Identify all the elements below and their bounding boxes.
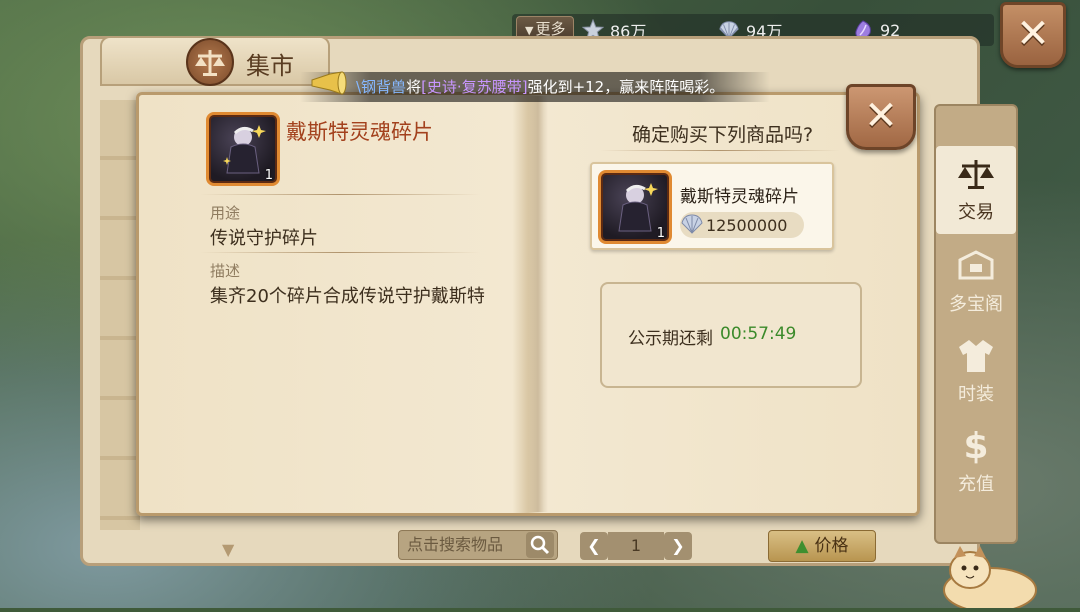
divider	[200, 252, 480, 253]
book-spine	[528, 96, 548, 512]
chevron-right-icon: ❯	[671, 536, 685, 555]
broadcast-item[interactable]: [史诗·复苏腰带]	[421, 78, 527, 96]
product-price: 12500000	[706, 216, 788, 235]
price-sort-button[interactable]: ▲ 价格	[768, 530, 876, 562]
shell-icon	[680, 213, 704, 237]
usage-label: 用途	[210, 204, 241, 222]
usage-value: 传说守护碎片	[210, 228, 318, 249]
divider	[200, 194, 480, 195]
nav-fashion[interactable]: 时装	[936, 328, 1016, 416]
description-value: 集齐20个碎片合成传说守护戴斯特	[210, 286, 485, 307]
close-market-button[interactable]: ✕	[1000, 2, 1066, 68]
broadcast-text: \钢背兽将[史诗·复苏腰带]强化到+12，赢来阵阵喝彩。	[356, 76, 724, 97]
product-name: 戴斯特灵魂碎片	[680, 187, 799, 207]
next-page-button[interactable]: ❯	[664, 532, 692, 560]
fashion-icon	[956, 336, 996, 376]
nav-treasure[interactable]: 多宝阁	[936, 238, 1016, 326]
chevron-left-icon: ❮	[587, 536, 601, 555]
confirm-question: 确定购买下列商品吗?	[632, 124, 814, 146]
horn-icon	[308, 70, 348, 98]
scroll-down-icon[interactable]: ▼	[222, 540, 234, 559]
timer-value: 00:57:49	[720, 324, 797, 344]
product-count: 1	[656, 226, 665, 241]
nav-recharge-label: 充值	[958, 474, 994, 495]
broadcast-user[interactable]: \钢背兽	[356, 78, 406, 96]
treasure-chest-icon	[956, 246, 996, 286]
item-name: 戴斯特灵魂碎片	[286, 120, 433, 144]
close-icon: ✕	[864, 93, 898, 140]
nav-trade[interactable]: 交易	[936, 146, 1016, 234]
page-number: 1	[608, 532, 664, 560]
soul-fragment-icon	[223, 125, 266, 174]
broadcast-verb: 将	[406, 78, 422, 96]
nav-trade-label: 交易	[958, 202, 994, 223]
soul-fragment-icon	[618, 183, 658, 232]
close-icon: ✕	[1016, 11, 1050, 58]
close-dialog-button[interactable]: ✕	[846, 84, 916, 150]
market-title: 集市	[246, 52, 294, 80]
mascot-icon	[940, 540, 1040, 612]
item-icon: 1	[206, 112, 280, 186]
price-sort-label: 价格	[814, 536, 849, 556]
scale-icon	[956, 154, 996, 194]
timer-label: 公示期还剩	[628, 329, 713, 349]
nav-fashion-label: 时装	[958, 384, 994, 405]
product-icon: 1	[598, 170, 672, 244]
search-icon[interactable]	[526, 532, 554, 558]
arrow-up-icon: ▲	[795, 536, 809, 556]
scale-icon	[186, 38, 234, 86]
nav-recharge[interactable]: $ 充值	[936, 418, 1016, 506]
broadcast-rest: 强化到+12，赢来阵阵喝彩。	[527, 78, 725, 96]
market-category-list	[100, 100, 140, 530]
divider	[600, 150, 840, 151]
nav-treasure-label: 多宝阁	[949, 294, 1003, 315]
description-label: 描述	[210, 262, 241, 280]
prev-page-button[interactable]: ❮	[580, 532, 608, 560]
dollar-icon: $	[963, 425, 989, 467]
item-count: 1	[264, 168, 273, 183]
